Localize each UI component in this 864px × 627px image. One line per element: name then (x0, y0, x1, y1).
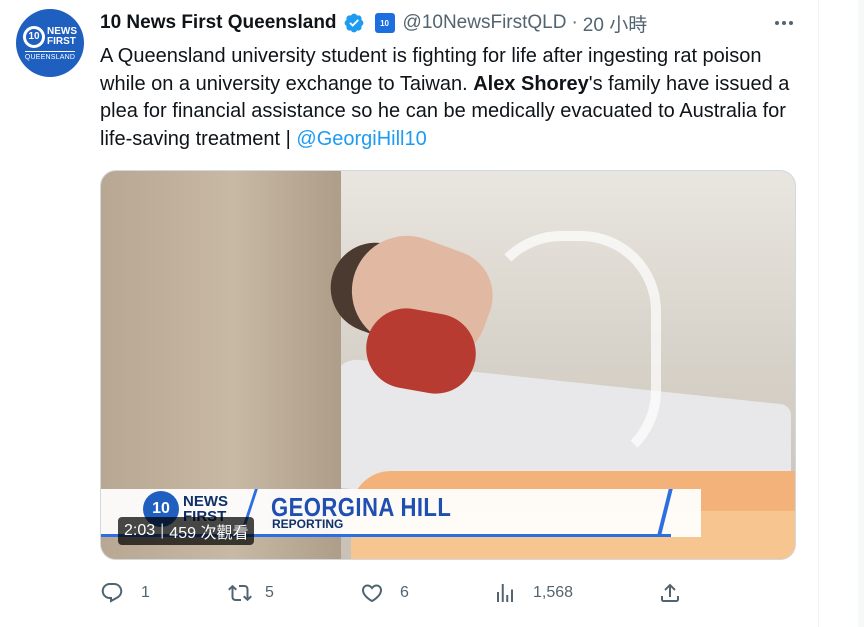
avatar-logo: 10 NEWS FIRST (23, 25, 77, 48)
retweet-icon (228, 584, 252, 602)
retweet-button[interactable]: 5 (228, 578, 274, 608)
reply-button[interactable]: 1 (100, 578, 150, 608)
handle[interactable]: @10NewsFirstQLD (403, 12, 567, 34)
share-icon (661, 583, 679, 602)
video-player[interactable]: 10 NEWS FIRST GEORGINA HILL REPORTING 2:… (100, 170, 796, 560)
tweet-bold-name: Alex Shorey (473, 72, 589, 95)
video-views: 459 次觀看 (169, 525, 249, 542)
reply-count: 1 (141, 584, 150, 601)
scrollbar[interactable] (858, 0, 864, 627)
like-count: 6 (400, 584, 409, 601)
retweet-count: 5 (265, 584, 274, 601)
display-name[interactable]: 10 News First Queensland (100, 12, 337, 34)
like-icon (361, 584, 383, 603)
avatar-region: QUEENSLAND (24, 50, 76, 61)
video-duration: 2:03 (124, 522, 156, 539)
video-tube (481, 231, 661, 471)
mention-link[interactable]: @GeorgiHill10 (296, 128, 426, 150)
tweet-text: A Queensland university student is fight… (100, 43, 800, 153)
timeline-border (818, 0, 819, 627)
more-icon[interactable] (770, 12, 798, 34)
avatar-brand: NEWS FIRST (47, 25, 77, 47)
like-button[interactable]: 6 (360, 578, 409, 608)
video-duration-badge: 2:03 | 459 次觀看 (118, 517, 255, 545)
separator: · (571, 12, 578, 33)
affiliate-badge-icon[interactable]: 10 (374, 13, 395, 33)
tweet-header: 10 News First Queensland 10 @10NewsFirst… (100, 10, 647, 37)
reporter-role: REPORTING (272, 517, 344, 531)
timestamp[interactable]: 20 小時 (583, 10, 647, 37)
action-bar: 1 5 6 1,568 (100, 578, 700, 608)
reply-icon (101, 583, 123, 603)
verified-badge-icon[interactable] (343, 12, 365, 34)
views-button[interactable]: 1,568 (493, 578, 573, 608)
avatar[interactable]: 10 NEWS FIRST QUEENSLAND (16, 9, 84, 77)
views-count: 1,568 (533, 584, 574, 601)
share-button[interactable] (658, 578, 682, 608)
views-icon (497, 584, 513, 602)
badge-divider: | (160, 522, 165, 539)
avatar-number: 10 (23, 25, 45, 48)
